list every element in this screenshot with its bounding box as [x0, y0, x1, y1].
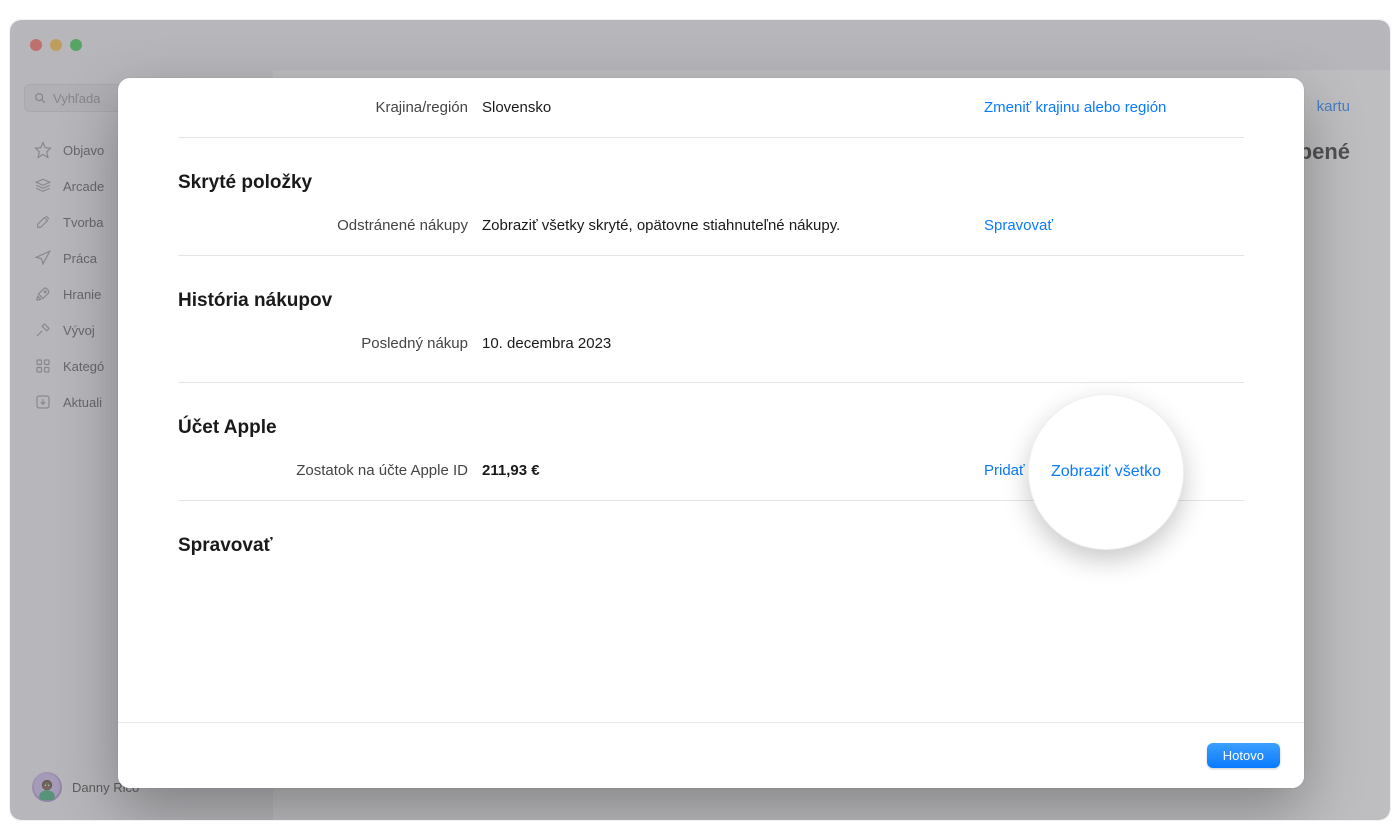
row-removed-purchases: Odstránené nákupy Zobraziť všetky skryté… — [178, 214, 1244, 255]
change-country-link[interactable]: Zmeniť krajinu alebo región — [984, 99, 1244, 116]
last-purchase-label: Posledný nákup — [178, 335, 468, 352]
modal-footer: Hotovo — [118, 722, 1304, 788]
section-title-hidden-items: Skryté položky — [178, 138, 1244, 214]
apple-balance-label: Zostatok na účte Apple ID — [178, 462, 468, 479]
section-title-manage: Spravovať — [178, 501, 1244, 565]
manage-hidden-link[interactable]: Spravovať — [984, 217, 1244, 234]
section-title-purchase-history: História nákupov — [178, 256, 1244, 332]
last-purchase-value: 10. decembra 2023 — [482, 335, 970, 352]
row-last-purchase: Posledný nákup 10. decembra 2023 . — [178, 332, 1244, 382]
row-apple-balance: Zostatok na účte Apple ID 211,93 € Prida… — [178, 459, 1244, 500]
country-region-label: Krajina/región — [178, 99, 468, 116]
country-region-value: Slovensko — [482, 99, 970, 116]
apple-balance-value: 211,93 € — [482, 462, 970, 479]
section-title-apple-account: Účet Apple — [178, 383, 1244, 459]
app-window: Vyhľada Objavo Arcade Tvorba Práca — [10, 20, 1390, 820]
row-country-region: Krajina/región Slovensko Zmeniť krajinu … — [178, 96, 1244, 137]
account-settings-modal: Krajina/región Slovensko Zmeniť krajinu … — [118, 78, 1304, 788]
removed-purchases-value: Zobraziť všetky skryté, opätovne stiahnu… — [482, 217, 970, 234]
add-funds-link[interactable]: Pridať peniaze — [984, 462, 1244, 479]
done-button[interactable]: Hotovo — [1207, 743, 1280, 768]
removed-purchases-label: Odstránené nákupy — [178, 217, 468, 234]
